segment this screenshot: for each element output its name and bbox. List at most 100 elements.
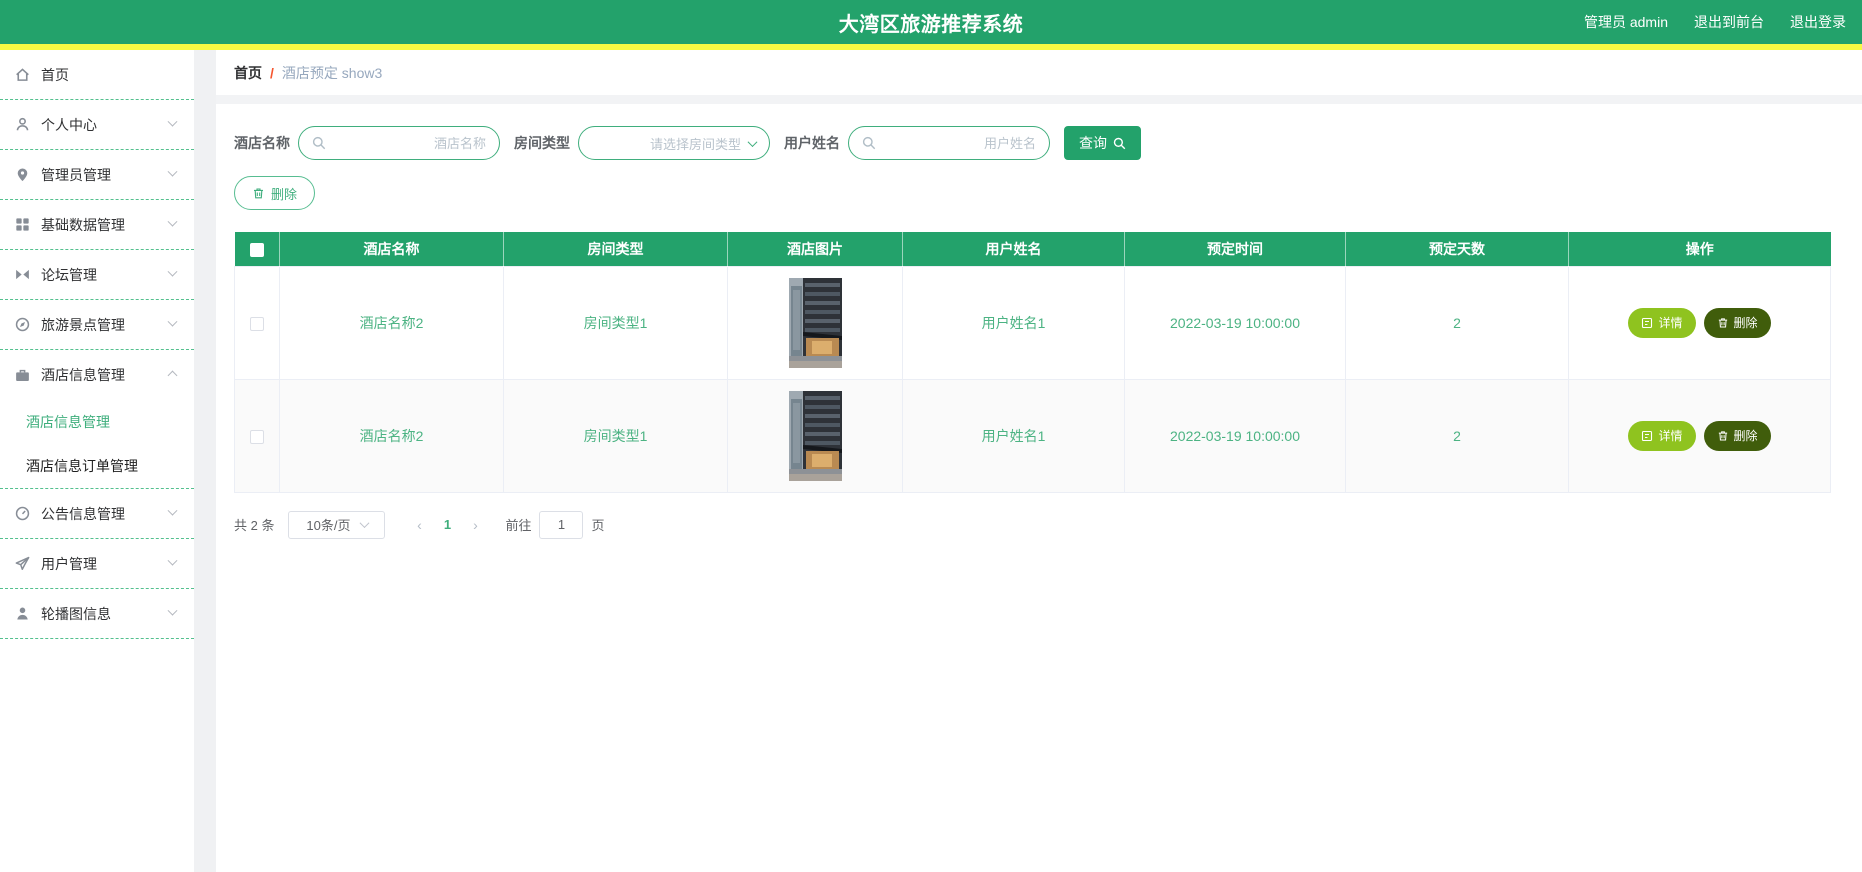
user-name-label: 用户姓名 <box>784 135 840 151</box>
table-row: 酒店名称2 房间类型1 用户姓名1 2022-03-19 10:00:00 2 … <box>234 265 1831 380</box>
row-checkbox[interactable] <box>250 429 264 444</box>
row-delete-button[interactable]: 删除 <box>1703 420 1771 451</box>
trash-icon <box>1718 430 1727 440</box>
col-hotel-image: 酒店图片 <box>727 232 903 266</box>
row-checkbox[interactable] <box>250 316 264 331</box>
chevron-down-icon <box>167 266 178 277</box>
table-header-row: 酒店名称 房间类型 酒店图片 用户姓名 预定时间 预定天数 操作 <box>234 232 1831 266</box>
col-room-type: 房间类型 <box>503 232 728 266</box>
sidebar-item-home[interactable]: 首页 <box>0 50 194 100</box>
pagination: 共 2 条 10条/页 ‹ 1 › 前往 页 <box>234 510 1846 539</box>
chevron-down-icon <box>167 316 178 327</box>
briefcase-icon <box>14 367 31 384</box>
chevron-down-icon <box>167 555 178 566</box>
document-icon <box>1642 430 1653 441</box>
chevron-down-icon <box>167 605 178 616</box>
cell-user-name: 用户姓名1 <box>902 378 1125 493</box>
table-row: 酒店名称2 房间类型1 用户姓名1 2022-03-19 10:00:00 2 … <box>234 378 1831 493</box>
breadcrumb-separator: / <box>270 64 274 81</box>
breadcrumb-divider <box>216 95 1862 104</box>
room-type-label: 房间类型 <box>514 135 570 151</box>
cell-user-name: 用户姓名1 <box>902 265 1125 380</box>
total-count: 共 2 条 <box>234 518 275 533</box>
admin-user-label[interactable]: 管理员 admin <box>1584 12 1668 32</box>
sidebar-item-notices[interactable]: 公告信息管理 <box>0 489 194 539</box>
hotel-name-input-wrap <box>298 126 500 160</box>
cell-hotel-name: 酒店名称2 <box>279 265 504 380</box>
main-area: 首页 / 酒店预定 show3 酒店名称 房间类型 请选择房间类型 用户姓名 <box>194 50 1862 872</box>
sidebar-subitem-hotel-orders[interactable]: 酒店信息订单管理 <box>0 444 194 488</box>
detail-button[interactable]: 详情 <box>1628 420 1696 451</box>
home-icon <box>14 66 31 83</box>
user-name-input[interactable] <box>882 135 1036 151</box>
sidebar: 首页 个人中心 管理员管理 基础数据管理 论坛管理 旅游景点管理 酒店信息管理 … <box>0 50 194 872</box>
detail-button[interactable]: 详情 <box>1628 307 1696 338</box>
breadcrumb-current: 酒店预定 show3 <box>281 64 383 81</box>
chevron-up-icon <box>167 370 178 380</box>
user-name-input-wrap <box>848 126 1050 160</box>
room-type-placeholder: 请选择房间类型 <box>649 136 741 152</box>
goto-label: 前往 <box>505 518 532 533</box>
content-panel: 酒店名称 房间类型 请选择房间类型 用户姓名 查询 <box>194 104 1862 539</box>
sidebar-submenu-hotel: 酒店信息管理 酒店信息订单管理 <box>0 400 194 489</box>
gauge-icon <box>14 505 31 522</box>
sidebar-item-profile[interactable]: 个人中心 <box>0 100 194 150</box>
sidebar-item-users[interactable]: 用户管理 <box>0 539 194 589</box>
col-actions: 操作 <box>1568 232 1831 266</box>
cell-time: 2022-03-19 10:00:00 <box>1124 265 1346 380</box>
page-unit-label: 页 <box>591 518 605 533</box>
orders-table: 酒店名称 房间类型 酒店图片 用户姓名 预定时间 预定天数 操作 酒店名称2 房… <box>234 232 1831 493</box>
cell-days: 2 <box>1345 378 1569 493</box>
sidebar-item-carousel[interactable]: 轮播图信息 <box>0 589 194 639</box>
chevron-down-icon <box>167 505 178 516</box>
chevron-down-icon <box>167 166 178 177</box>
cell-hotel-name: 酒店名称2 <box>279 378 504 493</box>
trash-icon <box>254 187 263 198</box>
search-icon <box>862 136 876 150</box>
sidebar-item-base-data[interactable]: 基础数据管理 <box>0 200 194 250</box>
user-icon <box>14 116 31 133</box>
breadcrumb: 首页 / 酒店预定 show3 <box>216 50 1862 95</box>
page-size-select[interactable]: 10条/页 <box>288 510 386 539</box>
filter-bar: 酒店名称 房间类型 请选择房间类型 用户姓名 查询 <box>234 126 1846 160</box>
prev-page-button[interactable]: ‹ <box>405 517 433 533</box>
left-gutter <box>194 50 216 872</box>
hotel-name-input[interactable] <box>332 135 486 151</box>
col-user-name: 用户姓名 <box>902 232 1125 266</box>
room-type-select[interactable]: 请选择房间类型 <box>578 126 770 160</box>
cell-room-type: 房间类型1 <box>503 378 728 493</box>
breadcrumb-home[interactable]: 首页 <box>234 63 262 83</box>
page-number[interactable]: 1 <box>433 517 461 532</box>
col-time: 预定时间 <box>1124 232 1346 266</box>
hotel-photo <box>788 277 842 368</box>
app-header: 大湾区旅游推荐系统 管理员 admin 退出到前台 退出登录 <box>0 0 1862 44</box>
goto-page-input[interactable] <box>539 510 584 539</box>
sidebar-subitem-hotel-info[interactable]: 酒店信息管理 <box>0 400 194 444</box>
cell-time: 2022-03-19 10:00:00 <box>1124 378 1346 493</box>
hotel-name-label: 酒店名称 <box>234 135 290 151</box>
header-links: 管理员 admin 退出到前台 退出登录 <box>1584 12 1846 32</box>
batch-delete-button[interactable]: 删除 <box>234 176 316 210</box>
hotel-photo <box>788 390 842 481</box>
sidebar-item-attractions[interactable]: 旅游景点管理 <box>0 300 194 350</box>
row-delete-button[interactable]: 删除 <box>1703 307 1771 338</box>
next-page-button[interactable]: › <box>461 517 489 533</box>
col-hotel-name: 酒店名称 <box>279 232 504 266</box>
trash-icon <box>1718 317 1727 327</box>
exit-to-front-link[interactable]: 退出到前台 <box>1694 12 1764 32</box>
sidebar-item-admin-mgmt[interactable]: 管理员管理 <box>0 150 194 200</box>
grid-icon <box>14 216 31 233</box>
cell-days: 2 <box>1345 265 1569 380</box>
forum-icon <box>14 266 31 283</box>
sidebar-item-forum-mgmt[interactable]: 论坛管理 <box>0 250 194 300</box>
query-button[interactable]: 查询 <box>1064 126 1141 160</box>
compass-icon <box>14 316 31 333</box>
chevron-down-icon <box>167 216 178 227</box>
chevron-down-icon <box>359 518 369 529</box>
logout-link[interactable]: 退出登录 <box>1790 12 1846 32</box>
col-days: 预定天数 <box>1345 232 1569 266</box>
select-all-checkbox[interactable] <box>249 242 264 257</box>
search-icon <box>1113 137 1126 149</box>
chevron-down-icon <box>747 136 758 147</box>
sidebar-item-hotel-mgmt[interactable]: 酒店信息管理 <box>0 350 194 400</box>
